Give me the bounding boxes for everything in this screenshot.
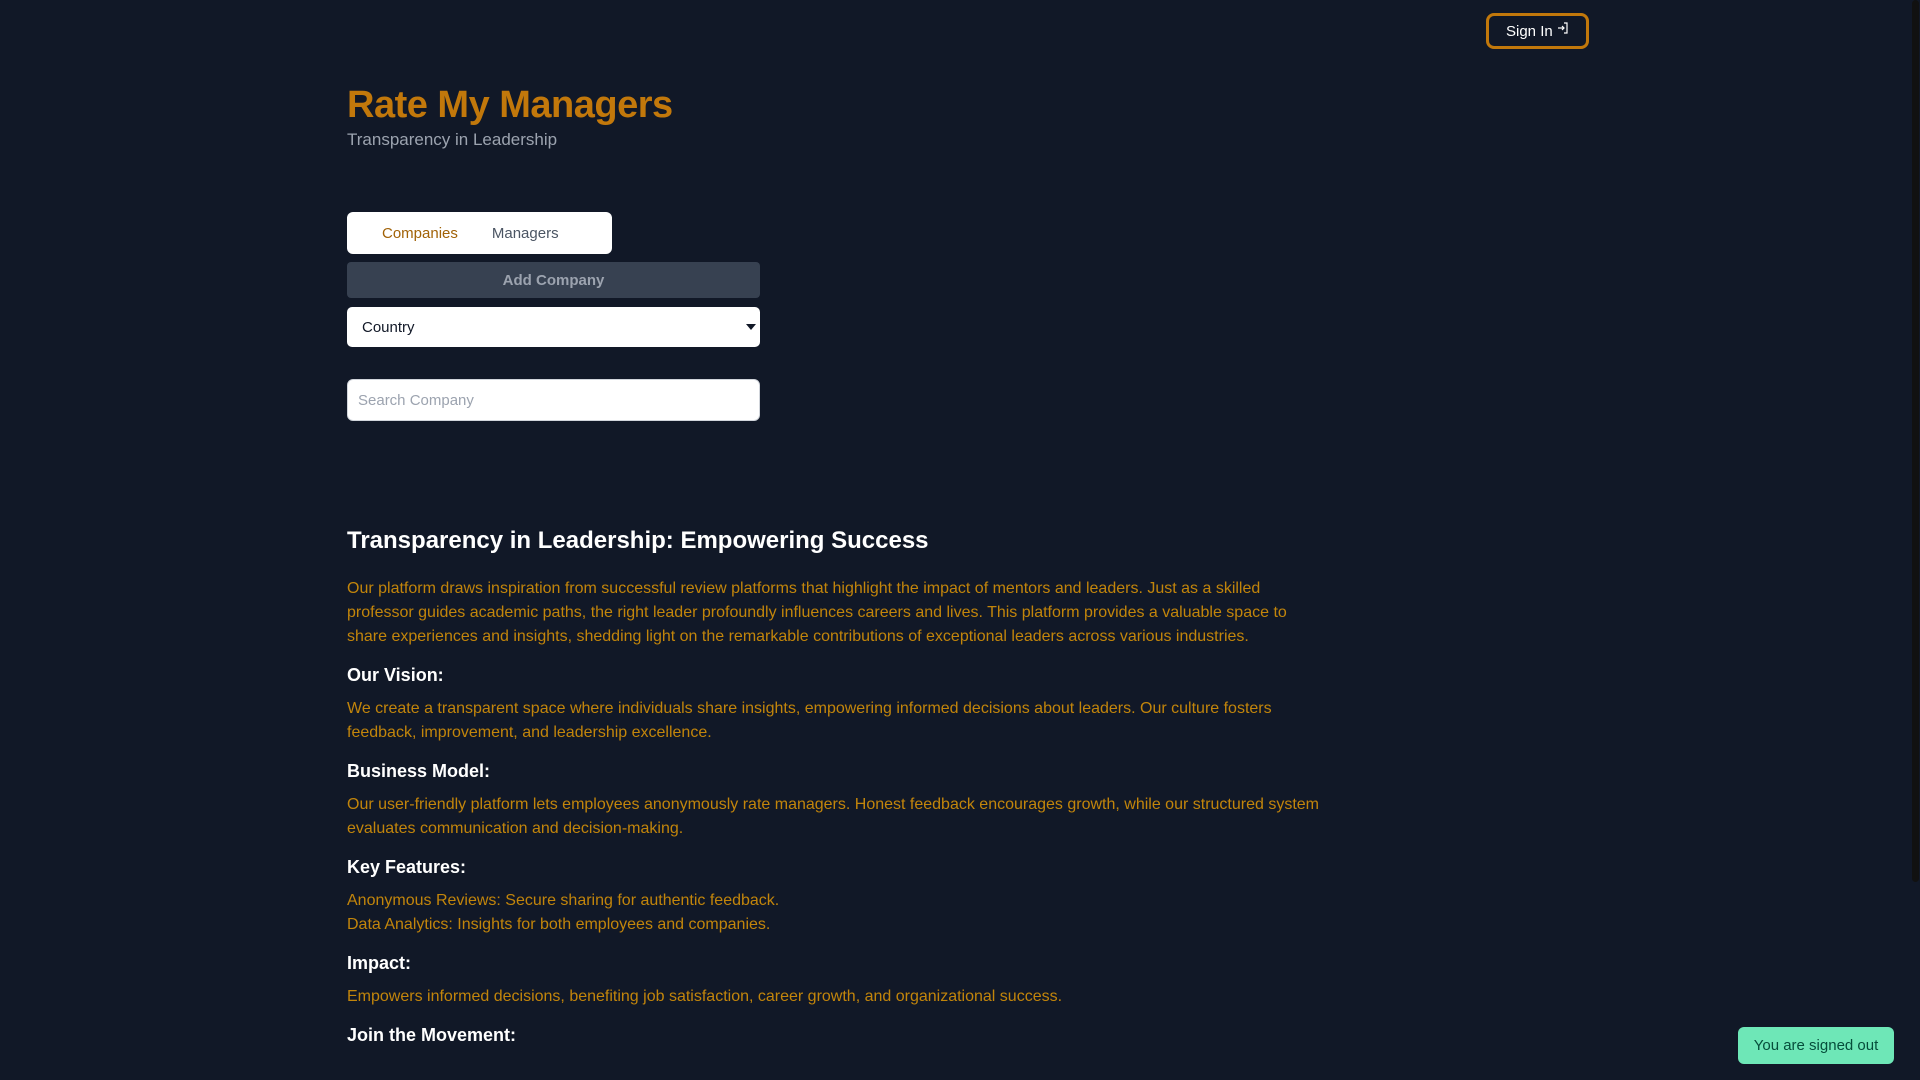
sign-in-label: Sign In bbox=[1506, 22, 1553, 40]
page-scrollbar[interactable] bbox=[1911, 0, 1920, 1080]
business-heading: Business Model: bbox=[347, 761, 491, 781]
tab-managers[interactable]: Managers bbox=[475, 225, 576, 242]
header-actions: Sign In bbox=[1486, 13, 1589, 49]
vision-heading: Our Vision: bbox=[347, 665, 444, 685]
impact-heading: Impact: bbox=[347, 953, 412, 973]
feature-item: Anonymous Reviews: Secure sharing for au… bbox=[347, 892, 780, 909]
site-title: Rate My Managers bbox=[347, 84, 673, 126]
sign-in-button[interactable]: Sign In bbox=[1486, 13, 1589, 49]
about-heading: Transparency in Leadership: Empowering S… bbox=[347, 527, 929, 554]
add-company-button[interactable]: Add Company bbox=[347, 262, 760, 298]
scrollbar-thumb[interactable] bbox=[1912, 0, 1919, 882]
intro-paragraph: Our platform draws inspiration from succ… bbox=[347, 580, 1287, 645]
signed-out-toast: You are signed out bbox=[1738, 1027, 1894, 1064]
country-select[interactable]: Country bbox=[347, 307, 760, 347]
about-section: Transparency in Leadership: Empowering S… bbox=[347, 524, 1327, 1057]
search-company-input[interactable] bbox=[347, 379, 760, 421]
chevron-down-icon bbox=[746, 324, 756, 330]
country-select-value: Country bbox=[362, 318, 415, 336]
vision-paragraph: We create a transparent space where indi… bbox=[347, 700, 1272, 741]
brand: Rate My Managers Transparency in Leaders… bbox=[347, 82, 673, 150]
features-heading: Key Features: bbox=[347, 857, 467, 877]
business-paragraph: Our user-friendly platform lets employee… bbox=[347, 796, 1320, 837]
impact-paragraph: Empowers informed decisions, benefiting … bbox=[347, 988, 1063, 1005]
movement-heading: Join the Movement: bbox=[347, 1025, 517, 1045]
tab-bar: Companies Managers bbox=[347, 212, 612, 254]
tab-companies[interactable]: Companies bbox=[365, 225, 475, 242]
sign-in-icon bbox=[1557, 22, 1568, 34]
site-subtitle: Transparency in Leadership bbox=[347, 130, 558, 149]
feature-item: Data Analytics: Insights for both employ… bbox=[347, 916, 771, 933]
features-list: Anonymous Reviews: Secure sharing for au… bbox=[347, 889, 1327, 937]
